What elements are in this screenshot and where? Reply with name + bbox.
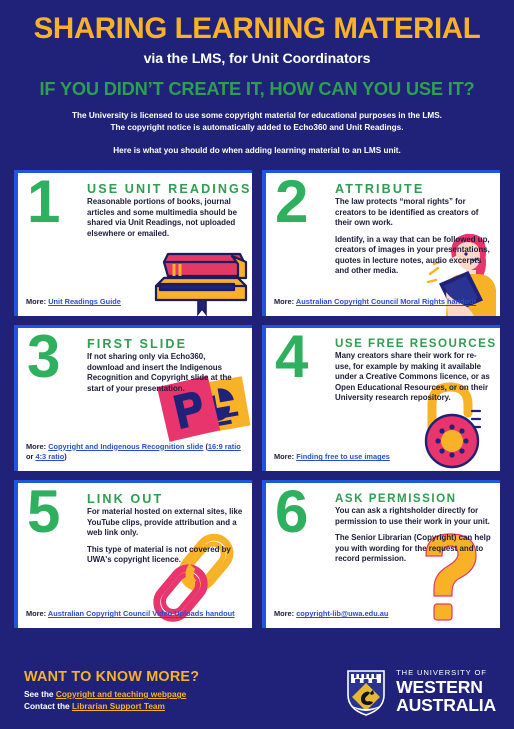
more-link-6[interactable]: copyright-lib@uwa.edu.au [296, 609, 388, 618]
step-body-5-p2: This type of material is not covered by … [87, 544, 231, 565]
uwa-wordmark: THE UNIVERSITY OF WESTERN AUSTRALIA [396, 669, 496, 714]
more-label-2: More: [274, 297, 295, 307]
more-label-1: More: [26, 297, 47, 307]
step-heading-5: LINK OUT [87, 492, 164, 506]
intro-line-3: Here is what you should do when adding l… [113, 146, 401, 156]
step-card-4-content: 4 USE FREE RESOURCES Many creators share… [266, 328, 500, 471]
step-more-4: More: Finding free to use images [274, 452, 492, 463]
uwa-logo: THE UNIVERSITY OF WESTERN AUSTRALIA [344, 667, 496, 717]
step-number-4: 4 [275, 325, 309, 390]
step-body-3: If not sharing only via Echo360, downloa… [87, 352, 244, 394]
step-card-6-content: 6 ASK PERMISSION You can ask a rightshol… [266, 483, 500, 628]
steps-grid: 1 USE UNIT READINGS Reasonable portions … [14, 170, 500, 628]
step-card-1: 1 USE UNIT READINGS Reasonable portions … [14, 170, 252, 316]
step-card-2: 2 ATTRIBUTE The law protects “moral righ… [262, 170, 500, 316]
step-body-2-p2: Identify, in a way that can be followed … [335, 234, 490, 276]
step-number-6: 6 [275, 480, 309, 545]
more-link-3-ratio-4-3[interactable]: 4:3 ratio [35, 452, 64, 461]
step-more-1: More: Unit Readings Guide [26, 297, 244, 308]
step-heading-2: ATTRIBUTE [335, 182, 425, 196]
step-card-6: 6 ASK PERMISSION You can ask a rightshol… [262, 480, 500, 628]
more-link-3-ratio-16-9[interactable]: 16:9 ratio [208, 442, 241, 451]
step-body-2-p1: The law protects “moral rights” for crea… [335, 197, 479, 227]
step-card-5-content: 5 LINK OUT For material hosted on extern… [18, 483, 252, 628]
step-card-3-content: 3 FIRST SLIDE If not sharing only via Ec… [18, 328, 252, 471]
footer-see-prefix: See the [24, 689, 54, 699]
footer-contact-prefix: Contact the [24, 701, 70, 712]
step-more-2: More: Australian Copyright Council Moral… [274, 297, 492, 308]
more-link-5[interactable]: Australian Copyright Council Video Uploa… [48, 609, 235, 618]
step-body-6: You can ask a rightsholder directly for … [335, 506, 492, 565]
step-number-3: 3 [27, 325, 61, 390]
footer-copyright-teaching-link[interactable]: Copyright and teaching webpage [56, 689, 186, 699]
step-number-1: 1 [27, 170, 61, 235]
more-link-3[interactable]: Copyright and Indigenous Recognition sli… [48, 442, 203, 451]
step-card-1-content: 1 USE UNIT READINGS Reasonable portions … [18, 173, 252, 316]
more-link-4[interactable]: Finding free to use images [296, 452, 390, 461]
step-body-2: The law protects “moral rights” for crea… [335, 197, 492, 277]
uwa-crest-icon [347, 670, 385, 716]
step-body-6-p1: You can ask a rightsholder directly for … [335, 506, 490, 526]
step-more-5: More: Australian Copyright Council Video… [26, 609, 244, 620]
step-card-2-content: 2 ATTRIBUTE The law protects “moral righ… [266, 173, 500, 316]
step-heading-1: USE UNIT READINGS [87, 182, 252, 196]
intro-paragraph: The University is licensed to use some c… [14, 110, 500, 135]
step-more-3: More: Copyright and Indigenous Recogniti… [26, 442, 244, 463]
step-body-5-p1: For material hosted on external sites, l… [87, 507, 243, 537]
step-body-3-p1: If not sharing only via Echo360, downloa… [87, 352, 232, 393]
step-card-4: 4 USE FREE RESOURCES Many creators share… [262, 325, 500, 471]
poster-header: SHARING LEARNING MATERIAL via the LMS, f… [0, 0, 514, 158]
intro-line-1: The University is licensed to use some c… [72, 110, 442, 120]
page-title: SHARING LEARNING MATERIAL [33, 12, 481, 45]
step-heading-3: FIRST SLIDE [87, 337, 188, 351]
infographic-poster: SHARING LEARNING MATERIAL via the LMS, f… [0, 0, 514, 729]
poster-footer: WANT TO KNOW MORE? See the Copyright and… [0, 655, 514, 729]
footer-links-block: WANT TO KNOW MORE? See the Copyright and… [24, 669, 199, 713]
footer-librarian-support-link[interactable]: Librarian Support Team [72, 701, 165, 711]
step-number-5: 5 [27, 480, 61, 545]
more-label-3: More: [26, 441, 47, 451]
footer-contact-line: Contact the Librarian Support Team [24, 700, 199, 712]
step-body-1-p1: Reasonable portions of books, journal ar… [87, 197, 237, 238]
more-label-6: More: [274, 609, 295, 619]
step-more-6: More: copyright-lib@uwa.edu.au [274, 609, 492, 620]
step-heading-4: USE FREE RESOURCES [335, 337, 497, 350]
more-link-1[interactable]: Unit Readings Guide [48, 297, 121, 306]
step-body-4: Many creators share their work for re-us… [335, 351, 492, 404]
more-link-2[interactable]: Australian Copyright Council Moral Right… [296, 297, 476, 306]
uwa-line-1: THE UNIVERSITY OF [396, 668, 487, 678]
more-label-5: More: [26, 609, 47, 619]
footer-see-line: See the Copyright and teaching webpage [24, 688, 199, 700]
ratio-close-paren: ) [64, 452, 67, 462]
page-subtitle: via the LMS, for Unit Coordinators [143, 50, 371, 67]
intro-line-2: The copyright notice is automatically ad… [110, 122, 404, 132]
step-body-6-p2: The Senior Librarian (Copyright) can hel… [335, 533, 491, 563]
step-card-5: 5 LINK OUT For material hosted on extern… [14, 480, 252, 628]
step-heading-6: ASK PERMISSION [335, 492, 457, 505]
step-card-3: 3 FIRST SLIDE If not sharing only via Ec… [14, 325, 252, 471]
more-label-4: More: [274, 452, 295, 462]
step-body-5: For material hosted on external sites, l… [87, 507, 244, 566]
uwa-line-3: AUSTRALIA [396, 694, 496, 715]
step-body-4-p1: Many creators share their work for re-us… [335, 351, 490, 402]
step-number-2: 2 [275, 170, 309, 235]
page-tagline: IF YOU DIDN’T CREATE IT, HOW CAN YOU USE… [39, 77, 475, 99]
footer-title: WANT TO KNOW MORE? [24, 669, 200, 685]
step-body-1: Reasonable portions of books, journal ar… [87, 197, 244, 239]
